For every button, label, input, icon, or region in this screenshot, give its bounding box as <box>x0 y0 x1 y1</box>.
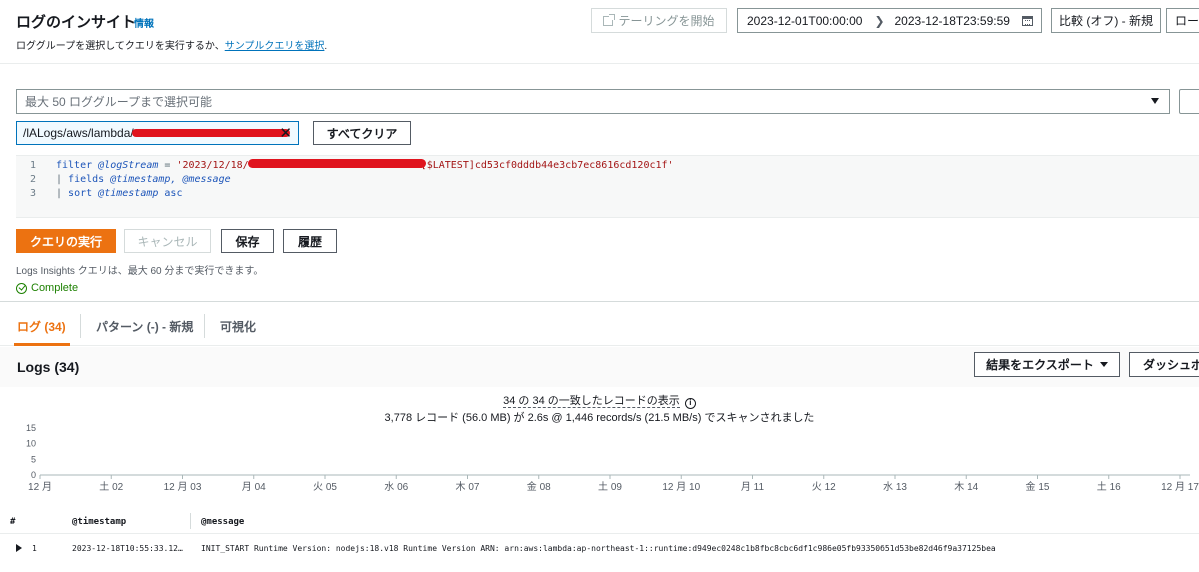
x-tick-label: 12 月 17 <box>1161 481 1199 493</box>
history-button[interactable]: 履歴 <box>283 229 337 253</box>
log-histogram-chart: 0 5 10 15 12 月 土 02 12 月 03 月 04 火 05 水 06 木 07 金 0… <box>26 423 1199 493</box>
active-tab-indicator <box>14 343 70 346</box>
column-divider <box>190 513 191 529</box>
x-tick-label: 水 06 <box>384 481 408 493</box>
x-tick-label: 火 05 <box>313 481 337 493</box>
redaction-mark <box>248 159 426 168</box>
page-header: ログのインサイト 情報 ロググループを選択してクエリを実行するか、サンプルクエリ… <box>0 0 1199 62</box>
code-line: 2 | fields @timestamp, @message <box>29 174 231 185</box>
check-circle-icon <box>16 282 27 294</box>
x-tick-label: 水 13 <box>883 481 907 493</box>
row-number: 1 <box>32 544 37 553</box>
y-tick-label: 0 <box>31 470 36 480</box>
page-subtitle: ロググループを選択してクエリを実行するか、サンプルクエリを選択. <box>16 37 327 52</box>
column-header-timestamp[interactable]: @timestamp <box>72 517 126 527</box>
selected-log-group-token: /lALogs/aws/lambda/ ✕ <box>16 121 299 145</box>
sample-query-link[interactable]: サンプルクエリを選択 <box>225 41 325 52</box>
y-tick-label: 15 <box>26 423 36 433</box>
export-results-label: 結果をエクスポート <box>986 358 1094 372</box>
tab-visualization[interactable]: 可視化 <box>220 318 256 335</box>
info-link[interactable]: 情報 <box>134 15 154 30</box>
records-shown: 34 の 34 の一致したレコードの表示 <box>503 395 680 408</box>
x-tick-label: 火 12 <box>812 481 836 493</box>
results-tabs: ログ (34) パターン (-) - 新規 可視化 <box>0 302 1199 346</box>
x-tick-label: 月 04 <box>242 481 266 493</box>
x-tick-label: 月 11 <box>741 481 765 493</box>
x-tick-label: 土 16 <box>1097 480 1121 493</box>
expand-row-icon[interactable] <box>16 544 22 552</box>
redaction-mark <box>132 129 290 137</box>
log-group-select[interactable]: 最大 50 ロググループまで選択可能 <box>16 89 1170 114</box>
x-tick-label: 土 09 <box>598 480 622 493</box>
run-query-button[interactable]: クエリの実行 <box>16 229 116 253</box>
query-status: Complete <box>16 282 78 294</box>
tab-divider <box>80 314 81 338</box>
x-tick-label: 金 15 <box>1026 480 1050 493</box>
tab-patterns[interactable]: パターン (-) - 新規 <box>96 318 193 335</box>
log-group-placeholder: 最大 50 ロググループまで選択可能 <box>25 95 213 109</box>
row-message: INIT_START Runtime Version: nodejs:18.v1… <box>201 544 996 553</box>
x-tick-label: 木 14 <box>954 481 978 493</box>
date-range-picker[interactable]: 2023-12-01T00:00:00 ❯ 2023-12-18T23:59:5… <box>737 8 1042 33</box>
cancel-button[interactable]: キャンセル <box>124 229 211 253</box>
logs-title: Logs (34) <box>17 359 80 375</box>
caret-down-icon <box>1151 98 1159 104</box>
page-title: ログのインサイト <box>16 14 137 31</box>
export-results-button[interactable]: 結果をエクスポート <box>974 352 1120 377</box>
x-tick-label: 12 月 03 <box>164 481 202 493</box>
subtitle-text: ロググループを選択してクエリを実行するか、 <box>16 41 225 52</box>
table-header: # @timestamp @message <box>0 508 1199 534</box>
add-to-dashboard-button[interactable]: ダッシュボ <box>1129 352 1199 377</box>
selected-log-group-label: /lALogs/aws/lambda/ <box>23 126 134 140</box>
query-limit-note: Logs Insights クエリは、最大 60 分まで実行できます。 <box>16 266 264 277</box>
table-row[interactable]: 1 2023-12-18T10:55:33.12… INIT_START Run… <box>0 535 1199 562</box>
subtitle-suffix: . <box>324 41 328 52</box>
x-tick-label: 土 02 <box>99 480 123 493</box>
clear-all-button[interactable]: すべてクリア <box>313 121 411 145</box>
timezone-button[interactable]: ロー <box>1166 8 1199 33</box>
info-icon[interactable]: i <box>684 398 696 409</box>
x-tick-label: 金 08 <box>527 480 551 493</box>
calendar-icon[interactable] <box>1022 16 1033 26</box>
browse-log-groups-button[interactable] <box>1179 89 1199 114</box>
y-tick-label: 10 <box>26 439 36 449</box>
start-tailing-label: テーリングを開始 <box>618 14 715 28</box>
records-summary: 34 の 34 の一致したレコードの表示 i <box>0 392 1199 409</box>
caret-down-icon <box>1099 362 1108 367</box>
chevron-right-icon: ❯ <box>874 13 885 28</box>
date-end: 2023-12-18T23:59:59 <box>894 13 1010 28</box>
status-text: Complete <box>31 282 79 294</box>
external-link-icon <box>603 13 616 26</box>
close-icon[interactable]: ✕ <box>279 124 292 142</box>
tab-logs[interactable]: ログ (34) <box>17 318 66 335</box>
y-tick-label: 5 <box>31 454 36 464</box>
row-timestamp: 2023-12-18T10:55:33.12… <box>72 544 183 553</box>
x-tick-label: 木 07 <box>456 481 480 493</box>
start-tailing-button[interactable]: テーリングを開始 <box>591 8 727 33</box>
x-tick-label: 12 月 <box>28 481 52 493</box>
compare-button[interactable]: 比較 (オフ) - 新規 <box>1051 8 1161 33</box>
save-button[interactable]: 保存 <box>221 229 274 253</box>
column-header-number: # <box>10 517 16 527</box>
date-start: 2023-12-01T00:00:00 <box>747 13 863 28</box>
tab-divider <box>204 314 205 338</box>
code-line: 3 | sort @timestamp asc <box>29 188 183 199</box>
query-editor[interactable]: 1 filter @logStream = '2023/12/18/[$LATES… <box>16 155 1199 218</box>
column-header-message[interactable]: @message <box>201 517 244 527</box>
x-tick-label: 12 月 10 <box>662 481 700 493</box>
header-divider <box>0 63 1199 64</box>
